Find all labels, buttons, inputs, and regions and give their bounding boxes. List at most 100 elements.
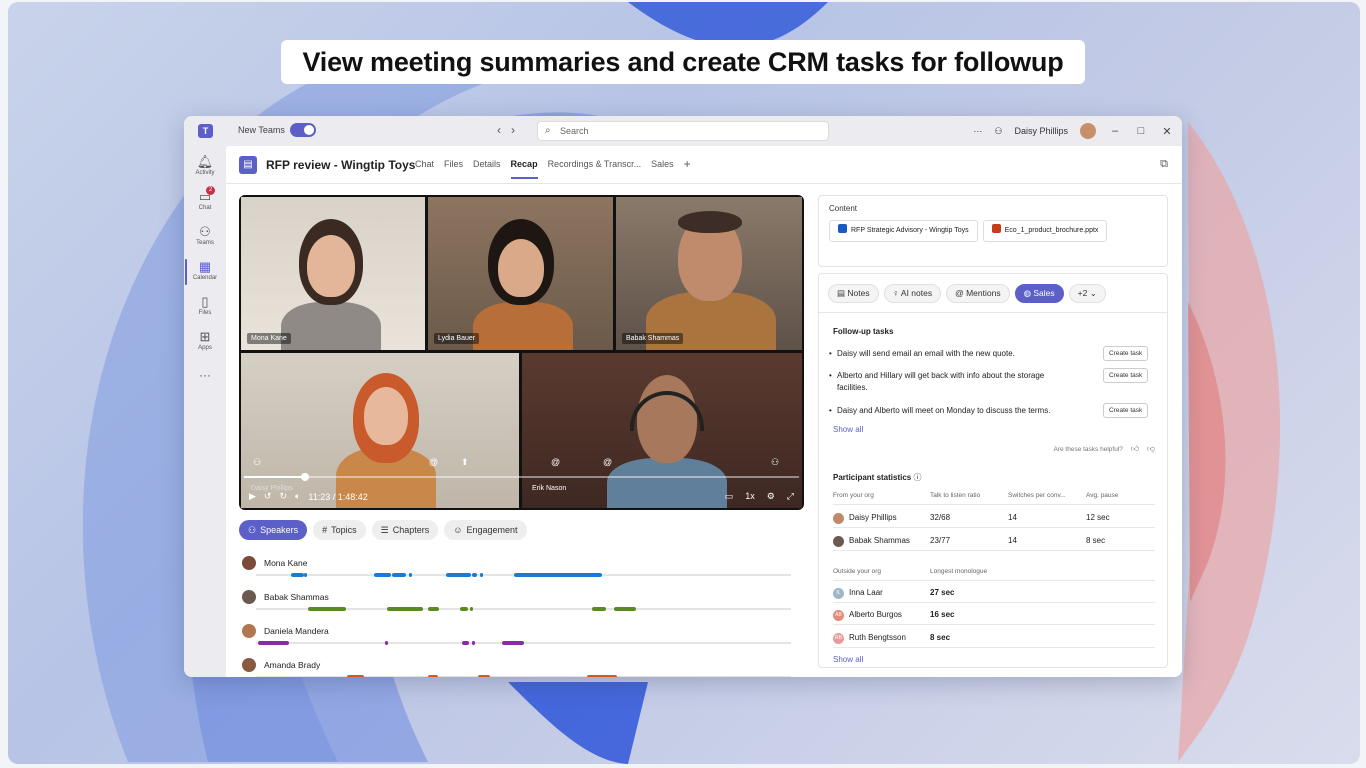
- tab-sales-notes[interactable]: ◍ Sales: [1014, 284, 1064, 303]
- forward-icon[interactable]: ↻: [279, 491, 287, 502]
- progress-bar[interactable]: [244, 473, 799, 481]
- speaker-row[interactable]: Daniela Mandera: [242, 624, 792, 658]
- show-all-link[interactable]: Show all: [833, 655, 863, 664]
- recording-player[interactable]: Mona Kane Lydia Bauer Babak Shammas Dais…: [239, 195, 804, 510]
- column-header: Avg. pause: [1086, 492, 1119, 499]
- column-header: Talk to listen ratio: [930, 492, 981, 499]
- file-name: RFP Strategic Advisory - Wingtip Toys: [851, 227, 969, 234]
- tab-sales[interactable]: Sales: [651, 159, 674, 179]
- speaker-marker-icon[interactable]: ⚇: [253, 457, 261, 468]
- speaker-track[interactable]: [256, 641, 791, 645]
- feedback-label: Are these tasks helpful?: [1053, 446, 1123, 453]
- file-chip[interactable]: Eco_1_product_brochure.pptx: [982, 220, 1108, 242]
- rail-teams[interactable]: ⚇ Teams: [184, 224, 226, 246]
- pill-label: +2: [1077, 288, 1088, 298]
- longest-monologue: 8 sec: [930, 633, 951, 642]
- sales-icon: ◍: [1023, 288, 1034, 298]
- maximize-icon[interactable]: □: [1134, 125, 1148, 137]
- speaker-name: Mona Kane: [264, 558, 308, 568]
- longest-monologue: 27 sec: [930, 588, 955, 597]
- mention-marker-icon[interactable]: @: [429, 457, 438, 467]
- playback-controls: ▶ ↺ ↻ 🔈︎ 11:23 / 1:48:42: [249, 491, 368, 502]
- create-task-button[interactable]: Create task: [1103, 368, 1149, 383]
- tab-engagement[interactable]: ☺ Engagement: [444, 520, 527, 540]
- person-hair: [678, 211, 742, 233]
- video-tile: Lydia Bauer: [428, 197, 613, 350]
- new-teams-toggle[interactable]: [290, 123, 316, 137]
- rail-activity[interactable]: 🔔︎ Activity: [184, 154, 226, 176]
- tab-chat[interactable]: Chat: [415, 159, 434, 179]
- column-header: Outside your org: [833, 568, 882, 575]
- tab-mentions[interactable]: @ Mentions: [946, 284, 1010, 303]
- more-tabs-dropdown[interactable]: +2 ⌄: [1068, 284, 1106, 303]
- org-icon[interactable]: ⚇: [994, 126, 1002, 137]
- avatar: AB: [833, 610, 844, 621]
- tab-files[interactable]: Files: [444, 159, 463, 179]
- tab-chapters[interactable]: ☰ Chapters: [371, 520, 439, 540]
- tab-details[interactable]: Details: [473, 159, 501, 179]
- back-icon[interactable]: ‹: [497, 123, 511, 137]
- hashtag-icon: #: [322, 525, 328, 535]
- tab-notes[interactable]: ▤ Notes: [828, 284, 879, 303]
- mention-marker-icon[interactable]: @: [603, 457, 612, 467]
- rail-more-icon[interactable]: ···: [184, 368, 226, 382]
- mention-marker-icon[interactable]: @: [551, 457, 560, 467]
- speed-label[interactable]: 1x: [745, 491, 755, 502]
- apps-icon: ⊞: [199, 329, 211, 344]
- notes-tabs: ▤ Notes ♀ AI notes @ Mentions ◍ Sales +2…: [828, 284, 1106, 303]
- avatar: [242, 590, 256, 604]
- user-avatar[interactable]: [1080, 123, 1096, 139]
- speaker-row[interactable]: Amanda Brady: [242, 658, 792, 677]
- tab-topics[interactable]: # Topics: [313, 520, 366, 540]
- meeting-header: ▤ RFP review - Wingtip Toys Chat Files D…: [226, 146, 1182, 184]
- create-task-button[interactable]: Create task: [1103, 346, 1149, 361]
- rail-chat[interactable]: ▭ 2 Chat: [184, 186, 226, 211]
- avatar: IL: [833, 588, 844, 599]
- settings-icon[interactable]: ⚙: [767, 491, 775, 502]
- tab-recap[interactable]: Recap: [510, 159, 538, 179]
- captions-icon[interactable]: ▭: [725, 491, 734, 502]
- fullscreen-icon[interactable]: ⤢: [787, 491, 794, 502]
- stats-title: Participant statistics ⓘ: [833, 472, 921, 483]
- info-icon[interactable]: ⓘ: [913, 473, 921, 482]
- meeting-tabs: Chat Files Details Recap Recordings & Tr…: [415, 157, 691, 179]
- tab-speakers[interactable]: ⚇ Speakers: [239, 520, 308, 540]
- tab-ai-notes[interactable]: ♀ AI notes: [883, 284, 942, 303]
- share-marker-icon[interactable]: ⬆: [461, 457, 469, 468]
- speaker-marker-icon[interactable]: ⚇: [771, 457, 779, 468]
- search-input[interactable]: ⌕ Search: [537, 121, 829, 141]
- speaker-track[interactable]: [256, 675, 791, 677]
- avatar: RB: [833, 633, 844, 644]
- minimize-icon[interactable]: –: [1108, 125, 1122, 137]
- add-tab-icon[interactable]: +: [684, 157, 691, 179]
- speaker-row[interactable]: Babak Shammas: [242, 590, 792, 624]
- rail-calendar[interactable]: ▦ Calendar: [184, 259, 226, 285]
- nav-arrows: ‹›: [497, 123, 525, 137]
- popout-icon[interactable]: ⧉: [1160, 158, 1168, 171]
- play-icon[interactable]: ▶: [249, 491, 256, 502]
- notes-card: ▤ Notes ♀ AI notes @ Mentions ◍ Sales +2…: [818, 273, 1168, 668]
- show-all-link[interactable]: Show all: [833, 425, 863, 434]
- rail-apps[interactable]: ⊞ Apps: [184, 329, 226, 351]
- volume-icon[interactable]: 🔈︎: [295, 491, 300, 502]
- rail-files[interactable]: ▯ Files: [184, 294, 226, 316]
- rewind-icon[interactable]: ↺: [264, 491, 272, 502]
- tab-recordings[interactable]: Recordings & Transcr...: [548, 159, 642, 179]
- participant-name: Ruth Bengtsson: [849, 633, 906, 642]
- speaker-track[interactable]: [256, 607, 791, 611]
- forward-icon[interactable]: ›: [511, 123, 525, 137]
- file-chip[interactable]: RFP Strategic Advisory - Wingtip Toys: [829, 220, 978, 242]
- close-icon[interactable]: ✕: [1160, 125, 1174, 138]
- more-options-icon[interactable]: ···: [973, 126, 982, 136]
- thumbs-up-icon[interactable]: 👍︎: [1131, 444, 1139, 453]
- thumbs-down-icon[interactable]: 👎︎: [1147, 444, 1155, 453]
- speaker-track[interactable]: [256, 573, 791, 577]
- create-task-button[interactable]: Create task: [1103, 403, 1149, 418]
- content-label: Content: [829, 204, 858, 213]
- longest-monologue: 16 sec: [930, 610, 955, 619]
- progress-knob[interactable]: [301, 473, 310, 481]
- speaker-row[interactable]: Mona Kane: [242, 556, 792, 590]
- switches: 14: [1008, 513, 1017, 522]
- tasks-feedback: Are these tasks helpful? 👍︎ 👎︎: [1054, 444, 1156, 454]
- speaker-name: Daniela Mandera: [264, 626, 329, 636]
